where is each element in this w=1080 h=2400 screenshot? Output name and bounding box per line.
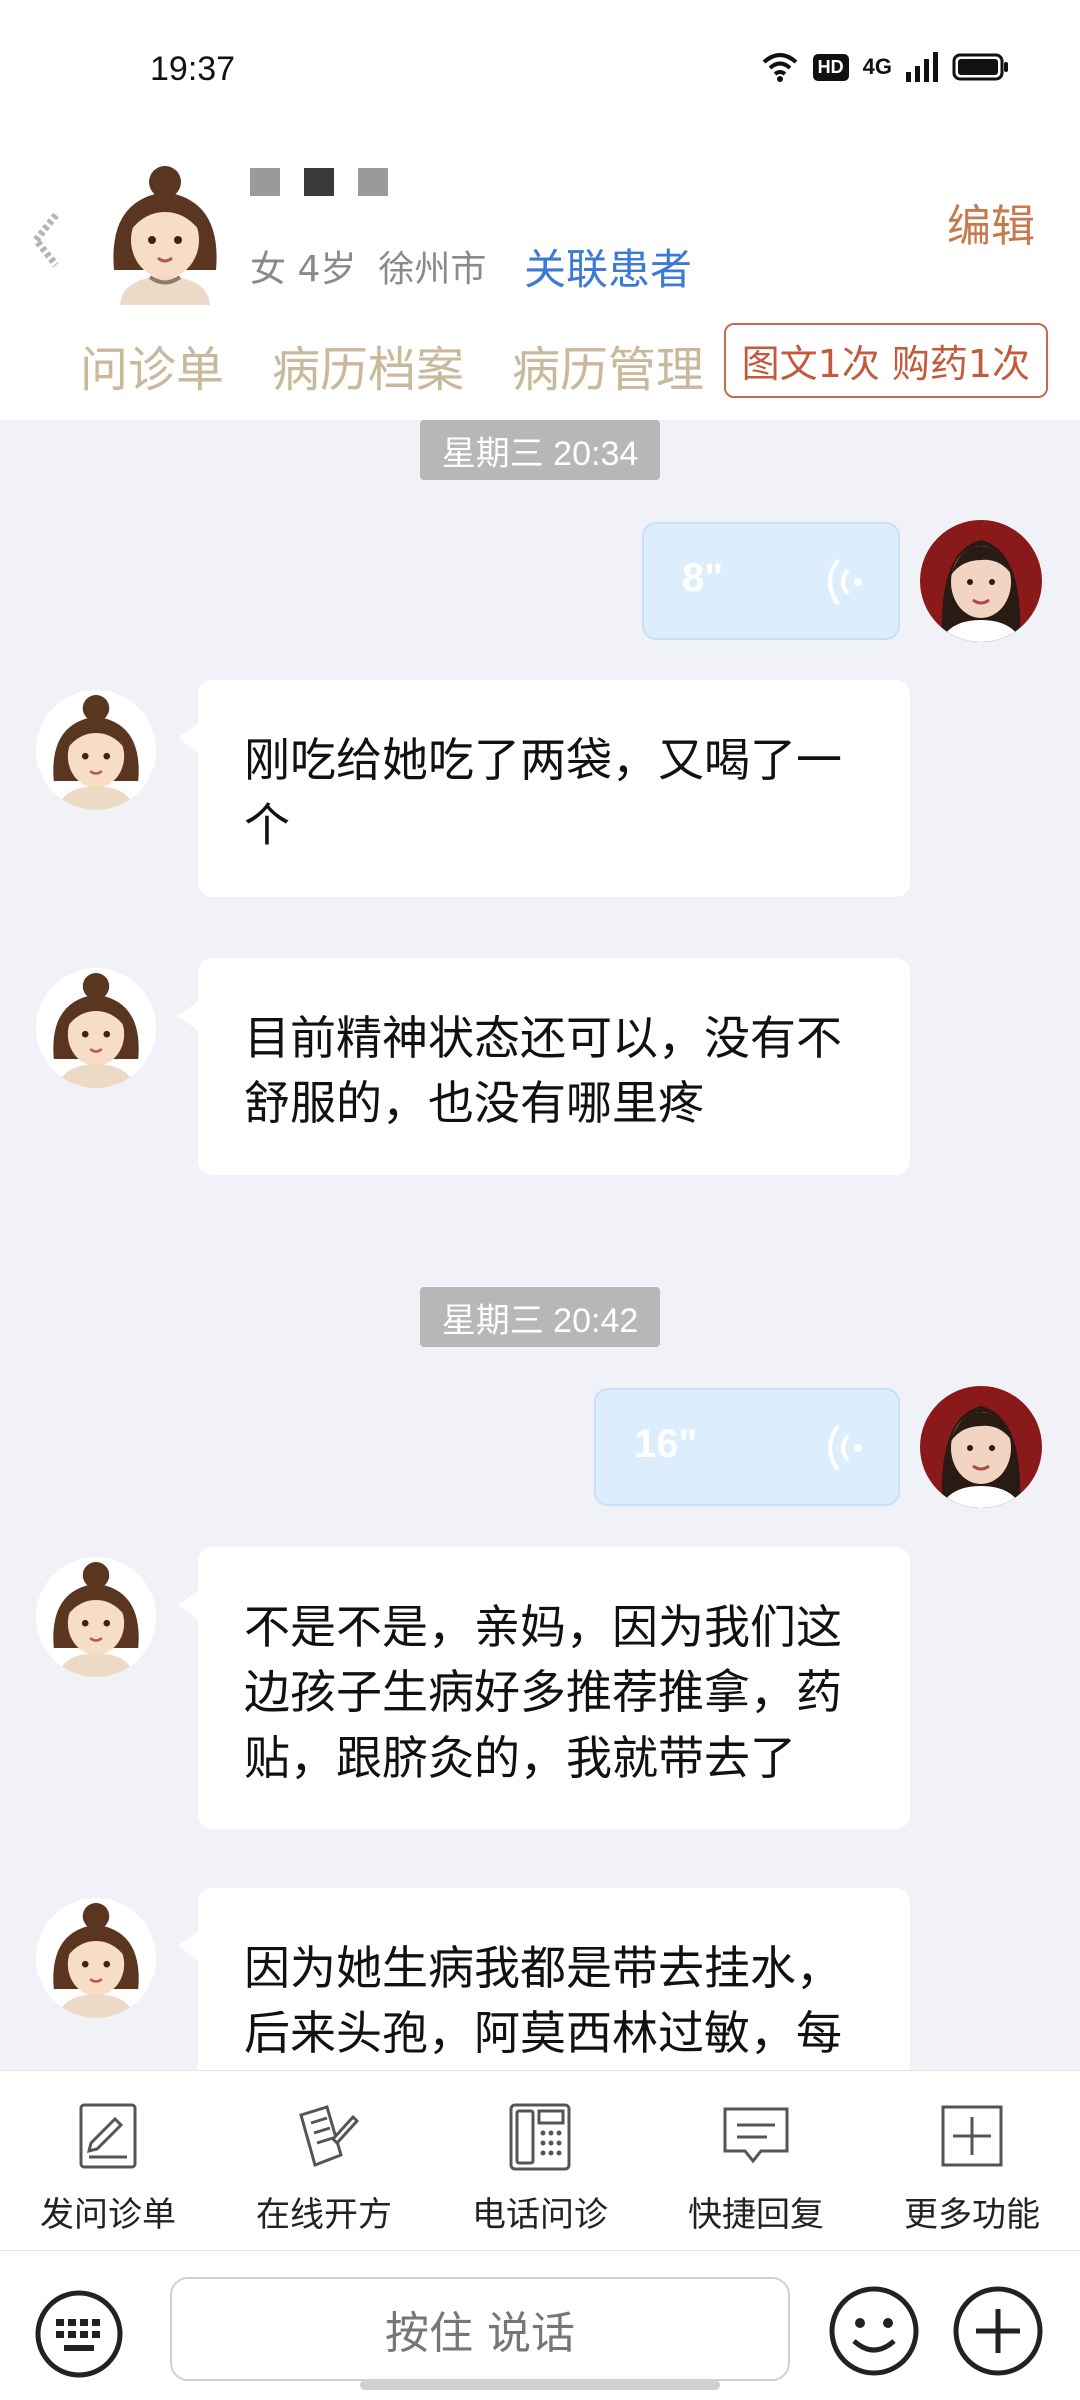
patient-avatar[interactable] bbox=[100, 160, 230, 305]
patient-info: 女 4岁 徐州市 bbox=[250, 240, 486, 292]
wifi-icon bbox=[762, 53, 797, 82]
voice-wave-icon bbox=[828, 1424, 862, 1472]
voice-message[interactable]: 16" bbox=[594, 1388, 900, 1506]
patient-avatar-image bbox=[53, 1902, 139, 2018]
phone-icon bbox=[509, 2103, 571, 2171]
quick-reply-button[interactable]: 快捷回复 bbox=[648, 2071, 864, 2250]
voice-message[interactable]: 8" bbox=[642, 522, 900, 640]
patient-avatar-image bbox=[53, 694, 139, 810]
doctor-photo bbox=[920, 520, 1042, 642]
status-icons: HD 4G bbox=[761, 52, 1010, 82]
voice-wave-icon bbox=[828, 558, 862, 606]
voice-duration: 8" bbox=[682, 556, 724, 600]
link-patient-button[interactable]: 关联患者 bbox=[524, 236, 692, 297]
patient-avatar-image bbox=[53, 972, 139, 1088]
doctor-photo bbox=[920, 1386, 1042, 1508]
more-functions-button[interactable]: 更多功能 bbox=[864, 2071, 1080, 2250]
plus-icon[interactable] bbox=[952, 2285, 1044, 2377]
chat-timestamp: 星期三 20:42 bbox=[420, 1287, 660, 1347]
tab-record-management[interactable]: 病历管理 bbox=[512, 330, 704, 400]
patient-message[interactable]: 目前精神状态还可以，没有不舒服的，也没有哪里疼 bbox=[178, 958, 910, 1175]
order-count-badge[interactable]: 图文1次 购药1次 bbox=[723, 323, 1048, 398]
header-tabs: 问诊单 病历档案 病历管理 bbox=[80, 330, 704, 400]
patient-city: 徐州市 bbox=[378, 249, 487, 290]
battery-icon bbox=[952, 53, 1008, 81]
patient-gender-age: 女 4岁 bbox=[250, 249, 357, 290]
send-form-button[interactable]: 发问诊单 bbox=[0, 2071, 216, 2250]
hold-to-talk-button[interactable]: 按住 说话 bbox=[170, 2277, 790, 2381]
patient-message[interactable]: 不是不是，亲妈，因为我们这边孩子生病好多推荐推拿，药贴，跟脐灸的，我就带去了 bbox=[178, 1547, 910, 1829]
input-bar: 按住 说话 bbox=[0, 2250, 1080, 2400]
tool-label: 在线开方 bbox=[256, 2195, 392, 2235]
signal-icon bbox=[906, 52, 938, 82]
tab-medical-records[interactable]: 病历档案 bbox=[272, 330, 464, 400]
online-prescription-button[interactable]: 在线开方 bbox=[216, 2071, 432, 2250]
doctor-avatar[interactable] bbox=[920, 1386, 1042, 1508]
status-bar: 19:37 HD 4G bbox=[0, 0, 1080, 140]
network-label: 4G bbox=[862, 54, 892, 79]
hd-icon: HD bbox=[812, 53, 849, 81]
patient-chat-avatar[interactable] bbox=[36, 1557, 156, 1677]
chat-area[interactable]: 星期三 20:34 8" 刚吃给她吃了两袋，又喝了一个 目前精神状态还可以，没有… bbox=[0, 420, 1080, 2070]
tool-label: 快捷回复 bbox=[688, 2195, 824, 2235]
tool-label: 更多功能 bbox=[904, 2195, 1040, 2235]
patient-message[interactable]: 刚吃给她吃了两袋，又喝了一个 bbox=[178, 680, 910, 897]
keyboard-icon[interactable] bbox=[34, 2289, 124, 2379]
more-plus-icon bbox=[941, 2105, 1003, 2167]
tool-label: 发问诊单 bbox=[40, 2195, 176, 2235]
patient-chat-avatar[interactable] bbox=[36, 1898, 156, 2018]
patient-name-redacted bbox=[250, 168, 388, 196]
patient-chat-avatar[interactable] bbox=[36, 690, 156, 810]
emoji-icon[interactable] bbox=[828, 2285, 920, 2377]
patient-chat-avatar[interactable] bbox=[36, 968, 156, 1088]
quick-reply-icon bbox=[723, 2107, 789, 2164]
tool-label: 电话问诊 bbox=[472, 2195, 608, 2235]
phone-consult-button[interactable]: 电话问诊 bbox=[432, 2071, 648, 2250]
chat-timestamp: 星期三 20:34 bbox=[420, 420, 660, 480]
home-indicator[interactable] bbox=[360, 2380, 720, 2390]
voice-duration: 16" bbox=[634, 1422, 698, 1466]
patient-avatar-image bbox=[53, 1561, 139, 1677]
edit-button[interactable]: 编辑 bbox=[947, 190, 1035, 254]
doctor-avatar[interactable] bbox=[920, 520, 1042, 642]
status-time: 19:37 bbox=[150, 50, 236, 88]
prescription-icon bbox=[299, 2105, 360, 2167]
back-arrow-icon[interactable] bbox=[28, 205, 68, 275]
tab-consultation-form[interactable]: 问诊单 bbox=[80, 330, 224, 400]
action-toolbar: 发问诊单 在线开方 电话问诊 快捷回复 更多功能 bbox=[0, 2070, 1080, 2250]
form-edit-icon bbox=[79, 2103, 137, 2169]
chat-header: 女 4岁 徐州市 关联患者 编辑 问诊单 病历档案 病历管理 图文1次 购药1次 bbox=[0, 140, 1080, 420]
patient-message[interactable]: 因为她生病我都是带去挂水，后来头孢，阿莫西林过敏，每 bbox=[178, 1888, 910, 2070]
